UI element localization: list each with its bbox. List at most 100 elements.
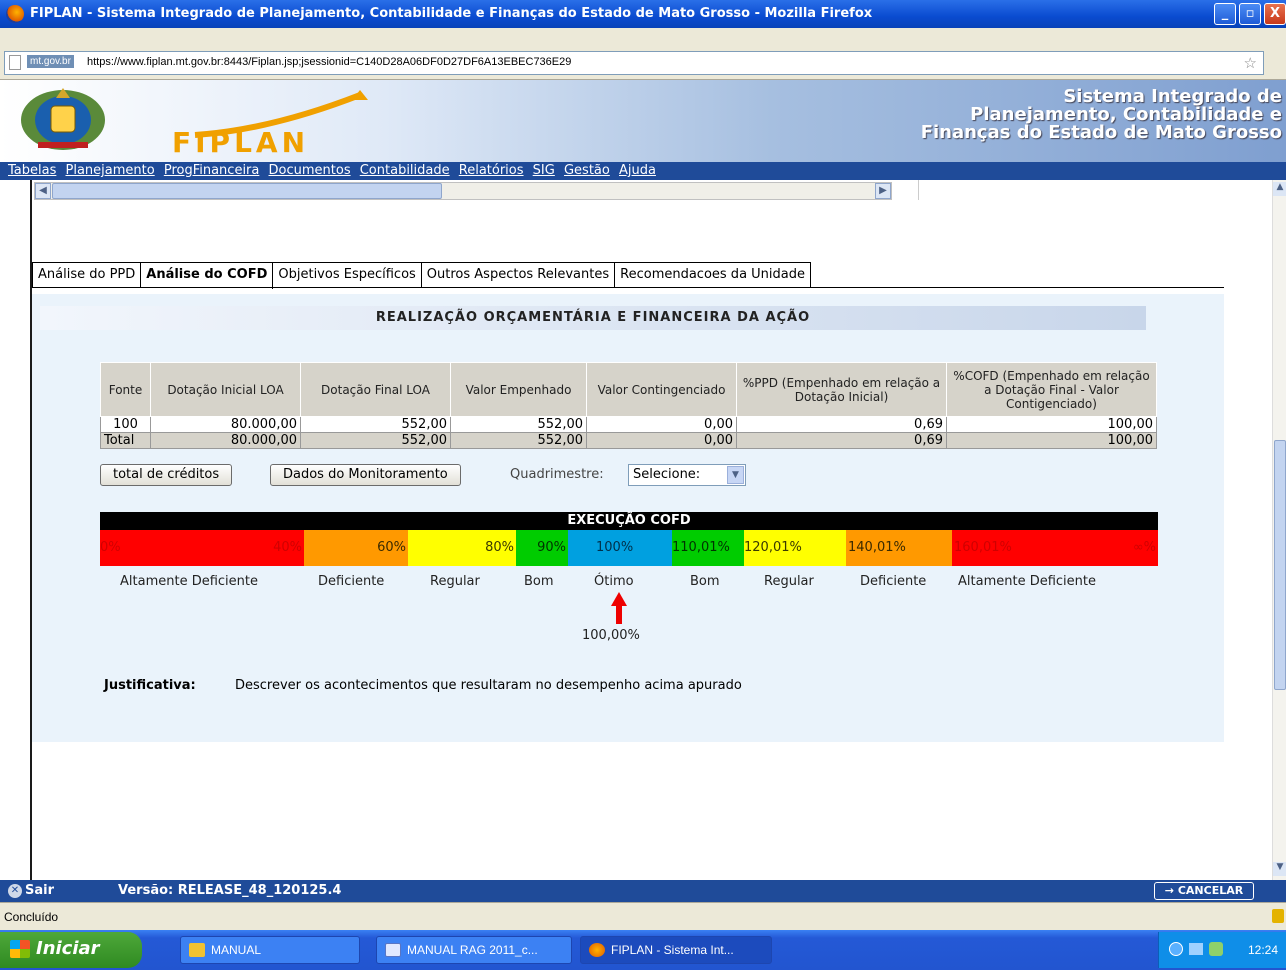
tab-objetivos-especificos[interactable]: Objetivos Específicos [273, 262, 422, 288]
lock-icon[interactable] [1272, 909, 1284, 923]
bookmark-star-icon[interactable]: ☆ [1244, 54, 1257, 72]
system-tray: 12:24 [1158, 932, 1286, 968]
vertical-scrollbar[interactable]: ▲ ▼ [1272, 180, 1286, 880]
scale-segment: 140,01% [846, 530, 952, 566]
col-dotacao-inicial: Dotação Inicial LOA [150, 362, 301, 417]
tab-strip: Análise do PPD Análise do COFD Objetivos… [32, 262, 811, 289]
tab-recomendacoes[interactable]: Recomendacoes da Unidade [615, 262, 811, 288]
scale-segment: 160,01% ∞% [952, 530, 1158, 566]
windows-logo-icon [10, 940, 30, 958]
app-footer: ✕ Sair Versão: RELEASE_48_120125.4 → CAN… [0, 880, 1286, 902]
scale-segment-end: 60% [377, 540, 406, 555]
menu-planejamento[interactable]: Planejamento [66, 163, 155, 178]
maximize-button[interactable]: ▫ [1239, 3, 1261, 25]
cell-total-dotacao-inicial: 80.000,00 [150, 432, 301, 449]
quadrimestre-select[interactable]: Selecione: ▼ [628, 464, 746, 486]
taskbar-item-fiplan[interactable]: FIPLAN - Sistema Int... [580, 936, 772, 964]
chevron-down-icon[interactable]: ▼ [727, 466, 744, 484]
menu-contabilidade[interactable]: Contabilidade [360, 163, 450, 178]
table-header-row: Fonte Dotação Inicial LOA Dotação Final … [100, 362, 1157, 417]
exit-icon[interactable]: ✕ [8, 884, 22, 898]
col-dotacao-final: Dotação Final LOA [300, 362, 451, 417]
version-text: Versão: RELEASE_48_120125.4 [118, 883, 342, 898]
scale-segment-end: 90% [537, 540, 566, 555]
folder-icon [189, 943, 205, 957]
menu-documentos[interactable]: Documentos [269, 163, 351, 178]
volume-icon[interactable] [1189, 943, 1203, 955]
tab-analise-cofd[interactable]: Análise do COFD [141, 262, 274, 289]
cell-total-cofd: 100,00 [946, 432, 1157, 449]
section-title: REALIZAÇÃO ORÇAMENTÁRIA E FINANCEIRA DA … [40, 306, 1146, 330]
menu-progfinanceira[interactable]: ProgFinanceira [164, 163, 260, 178]
tab-outros-aspectos[interactable]: Outros Aspectos Relevantes [421, 262, 616, 288]
cell-total-ppd: 0,69 [736, 432, 947, 449]
menu-sig[interactable]: SIG [533, 163, 555, 178]
dados-monitoramento-button[interactable]: Dados do Monitoramento [270, 464, 461, 486]
scroll-up-arrow-icon[interactable]: ▲ [1273, 182, 1286, 196]
scale-label: Ótimo [594, 574, 634, 589]
scale-labels: Altamente Deficiente Deficiente Regular … [100, 574, 1158, 592]
scale-segment-start: 0% [100, 540, 121, 555]
browser-status-bar: Concluído [0, 902, 1286, 930]
scale-segment-start: 160,01% [954, 540, 1012, 555]
vertical-scrollbar-thumb[interactable] [1274, 440, 1286, 690]
col-cofd: %COFD (Empenhado em relação a Dotação Fi… [946, 362, 1157, 417]
scale-label: Regular [764, 574, 814, 589]
scroll-right-arrow-icon[interactable]: ▶ [875, 183, 891, 199]
menu-tabelas[interactable]: Tabelas [8, 163, 56, 178]
network-icon[interactable] [1169, 942, 1183, 956]
col-valor-contingenciado: Valor Contingenciado [586, 362, 737, 417]
scale-segment: 120,01% [744, 530, 846, 566]
menu-gestao[interactable]: Gestão [564, 163, 610, 178]
scale-label: Deficiente [860, 574, 927, 589]
cell-valor-contingenciado: 0,00 [586, 416, 737, 433]
taskbar-item-manual-rag[interactable]: MANUAL RAG 2011_c... [376, 936, 572, 964]
execution-table: Fonte Dotação Inicial LOA Dotação Final … [100, 362, 1157, 449]
scrollbar-thumb[interactable] [52, 183, 442, 199]
scale-label: Deficiente [318, 574, 385, 589]
security-icon[interactable] [1209, 942, 1223, 956]
navigation-toolbar: mt.gov.br https://www.fiplan.mt.gov.br:8… [0, 28, 1286, 80]
page-icon [9, 55, 21, 70]
url-text[interactable]: https://www.fiplan.mt.gov.br:8443/Fiplan… [87, 56, 571, 68]
fiplan-banner: FIPLAN Sistema Integrado de Planejamento… [0, 80, 1286, 162]
tab-analise-ppd[interactable]: Análise do PPD [32, 262, 142, 288]
scale-segment-end: 40% [273, 540, 302, 555]
minimize-button[interactable]: _ [1214, 3, 1236, 25]
table-row: 100 80.000,00 552,00 552,00 0,00 0,69 10… [100, 416, 1157, 433]
scale-segment-start: 140,01% [848, 540, 906, 555]
close-button[interactable]: X [1264, 3, 1286, 25]
scale-segment: 0% 40% [100, 530, 304, 566]
total-creditos-button[interactable]: total de créditos [100, 464, 233, 486]
sair-link[interactable]: Sair [25, 883, 54, 898]
start-label: Iniciar [36, 938, 100, 959]
menu-ajuda[interactable]: Ajuda [619, 163, 656, 178]
site-identity[interactable]: mt.gov.br [27, 55, 74, 68]
cancelar-button[interactable]: → CANCELAR [1154, 882, 1254, 900]
col-fonte: Fonte [100, 362, 151, 417]
window-title-bar[interactable]: FIPLAN - Sistema Integrado de Planejamen… [0, 0, 1286, 28]
menu-relatorios[interactable]: Relatórios [459, 163, 524, 178]
pointer-value: 100,00% [582, 628, 640, 643]
start-button[interactable]: Iniciar [0, 932, 142, 968]
scroll-down-arrow-icon[interactable]: ▼ [1273, 862, 1286, 876]
fiplan-logo-text: FIPLAN [172, 126, 310, 159]
quadrimestre-selected-value: Selecione: [633, 467, 701, 482]
scroll-left-arrow-icon[interactable]: ◀ [35, 183, 51, 199]
state-crest-logo [21, 88, 105, 150]
menu-horizontal-scrollbar[interactable]: ◀ ▶ [34, 182, 892, 200]
scale-title: EXECUÇÃO COFD [100, 512, 1158, 530]
windows-taskbar: Iniciar MANUAL MANUAL RAG 2011_c... FIPL… [0, 930, 1286, 970]
scale-segment-end: 100% [596, 540, 634, 555]
firefox-icon [589, 943, 605, 957]
cell-ppd: 0,69 [736, 416, 947, 433]
cell-total-valor-empenhado: 552,00 [450, 432, 587, 449]
address-bar[interactable]: mt.gov.br https://www.fiplan.mt.gov.br:8… [4, 51, 1264, 75]
scale-segment: 60% [304, 530, 408, 566]
word-document-icon [385, 943, 401, 957]
performance-pointer-icon [611, 592, 627, 624]
col-valor-empenhado: Valor Empenhado [450, 362, 587, 417]
status-text: Concluído [4, 910, 59, 924]
taskbar-item-manual[interactable]: MANUAL [180, 936, 360, 964]
scale-label: Regular [430, 574, 480, 589]
